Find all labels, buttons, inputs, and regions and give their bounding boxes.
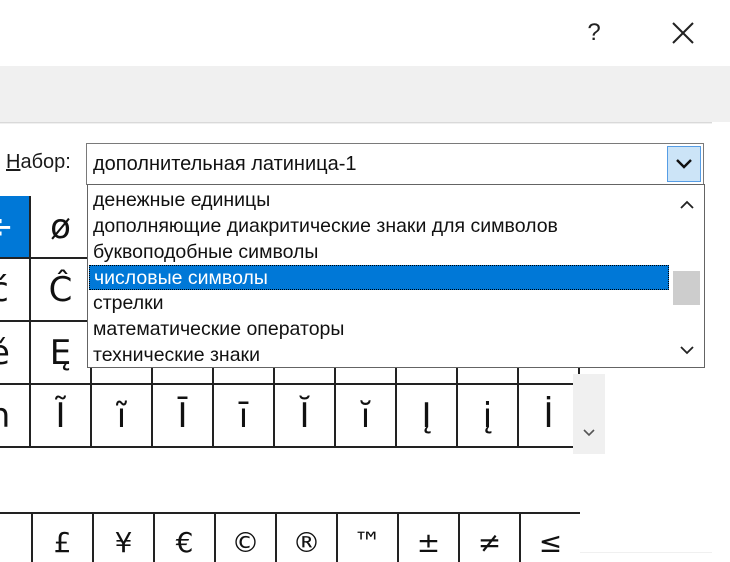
- subset-label: Набор:: [6, 151, 71, 173]
- recent-symbol-cell[interactable]: ≤: [519, 512, 580, 562]
- scroll-down-button[interactable]: [670, 338, 703, 362]
- symbol-cell[interactable]: ć: [0, 259, 31, 322]
- combo-dropdown-button[interactable]: [667, 146, 701, 182]
- symbol-cell[interactable]: ø: [31, 196, 92, 259]
- dropdown-option[interactable]: денежные единицы: [89, 188, 669, 213]
- symbol-cell[interactable]: ĭ: [336, 385, 397, 448]
- scroll-thumb[interactable]: [673, 271, 700, 305]
- recent-symbol-cell[interactable]: [0, 512, 31, 562]
- title-bar: ?: [0, 0, 730, 66]
- chevron-up-icon: [679, 200, 694, 209]
- recent-symbol-cell[interactable]: ®: [275, 512, 336, 562]
- help-label: ?: [587, 19, 601, 46]
- dropdown-option[interactable]: числовые символы: [89, 265, 669, 291]
- chevron-down-icon: [679, 345, 694, 354]
- scroll-up-button[interactable]: [670, 192, 703, 216]
- subset-value: дополнительная латиница-1: [93, 153, 357, 175]
- dropdown-option[interactable]: дополняющие диакритические знаки для сим…: [89, 214, 669, 239]
- grid-scroll-down-icon[interactable]: [583, 428, 595, 438]
- recent-symbol-cell[interactable]: ≠: [458, 512, 519, 562]
- symbol-cell[interactable]: İ: [519, 385, 580, 448]
- recent-symbol-cell[interactable]: ™: [336, 512, 397, 562]
- symbol-cell[interactable]: Ĭ: [275, 385, 336, 448]
- symbol-cell[interactable]: Ĉ: [31, 259, 92, 322]
- chevron-down-icon: [676, 159, 692, 169]
- symbol-cell[interactable]: Ę: [31, 322, 92, 385]
- dropdown-option[interactable]: технические знаки: [89, 343, 669, 367]
- recent-symbol-cell[interactable]: £: [31, 512, 92, 562]
- symbol-cell[interactable]: Į: [397, 385, 458, 448]
- symbol-cell[interactable]: Ī: [153, 385, 214, 448]
- symbol-cell[interactable]: ĥ: [0, 385, 31, 448]
- dropdown-option[interactable]: стрелки: [89, 291, 669, 316]
- symbol-cell[interactable]: į: [458, 385, 519, 448]
- tab-strip: [0, 66, 730, 122]
- dropdown-scrollbar[interactable]: [670, 186, 703, 366]
- help-button[interactable]: ?: [571, 10, 617, 56]
- symbol-cell[interactable]: ĩ: [92, 385, 153, 448]
- subset-dropdown-list: технические знаки математические оператор…: [87, 184, 705, 368]
- dropdown-option[interactable]: математические операторы: [89, 317, 669, 342]
- recent-symbol-cell[interactable]: ±: [397, 512, 458, 562]
- grid-scrollbar[interactable]: [573, 374, 605, 454]
- symbol-cell[interactable]: ī: [214, 385, 275, 448]
- symbol-cell[interactable]: ě: [0, 322, 31, 385]
- symbol-cell[interactable]: Ĩ: [31, 385, 92, 448]
- subset-combobox[interactable]: дополнительная латиница-1: [86, 143, 704, 185]
- recent-symbol-cell[interactable]: €: [153, 512, 214, 562]
- close-button[interactable]: [660, 10, 706, 56]
- symbol-cell[interactable]: ÷: [0, 196, 31, 259]
- recent-symbol-cell[interactable]: ¥: [92, 512, 153, 562]
- close-icon: [672, 22, 694, 44]
- dropdown-option[interactable]: буквоподобные символы: [89, 240, 669, 265]
- recent-symbol-cell[interactable]: ©: [214, 512, 275, 562]
